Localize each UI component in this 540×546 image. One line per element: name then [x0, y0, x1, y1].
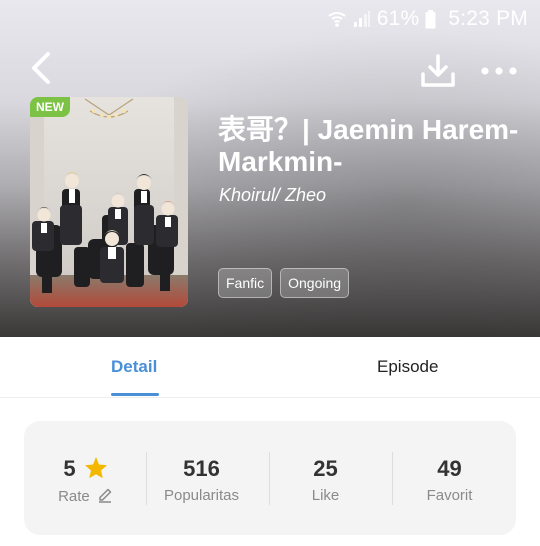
new-badge: NEW	[30, 97, 70, 117]
stat-like: 25 Like	[264, 421, 387, 535]
story-title: 表哥？| Jaemin Harem-Markmin-	[218, 114, 519, 177]
stat-rate-label: Rate	[24, 487, 147, 505]
like-label: Like	[311, 487, 340, 504]
download-icon[interactable]	[419, 52, 457, 90]
more-icon[interactable]	[478, 59, 520, 83]
tag-genre[interactable]: Fanfic	[218, 268, 273, 298]
stat-rate[interactable]: 5 Rate	[24, 421, 147, 535]
signal-icon	[353, 11, 370, 27]
battery-icon	[425, 9, 436, 28]
tab-episode[interactable]: Episode	[377, 357, 438, 377]
stat-popularitas: 516 Popularitas	[140, 421, 263, 535]
cover-image[interactable]	[30, 97, 188, 307]
edit-icon[interactable]	[97, 487, 113, 503]
tag-list: Fanfic Ongoing	[218, 268, 350, 298]
tab-bar: Detail Episode	[0, 337, 540, 398]
favorit-value: 49	[437, 456, 462, 481]
stats-card: 5 Rate 516 Popularitas 25 Like 49 Favori…	[24, 421, 516, 535]
cover-illustration	[30, 97, 188, 307]
tag-status[interactable]: Ongoing	[280, 268, 350, 298]
active-tab-indicator	[111, 393, 159, 396]
rate-label: Rate	[58, 488, 90, 505]
battery-percent: 61%	[376, 7, 420, 30]
rate-value: 5	[63, 456, 76, 481]
popularitas-label: Popularitas	[163, 487, 240, 504]
stat-favorit: 49 Favorit	[388, 421, 511, 535]
clock: 5:23 PM	[448, 7, 528, 30]
like-value: 25	[313, 456, 338, 481]
favorit-label: Favorit	[426, 487, 473, 504]
star-icon	[84, 457, 107, 479]
wifi-icon	[328, 12, 346, 27]
status-bar: 61% 5:23 PM	[327, 6, 528, 32]
stat-rate-value: 5	[24, 456, 147, 482]
back-arrow-icon[interactable]	[26, 50, 60, 86]
header-hero: 61% 5:23 PM NEW 表哥？| Jaemin Harem-Markmi…	[0, 0, 540, 337]
tab-detail[interactable]: Detail	[111, 357, 157, 377]
popularitas-value: 516	[183, 456, 220, 481]
story-author[interactable]: Khoirul/ Zheo	[219, 185, 326, 206]
